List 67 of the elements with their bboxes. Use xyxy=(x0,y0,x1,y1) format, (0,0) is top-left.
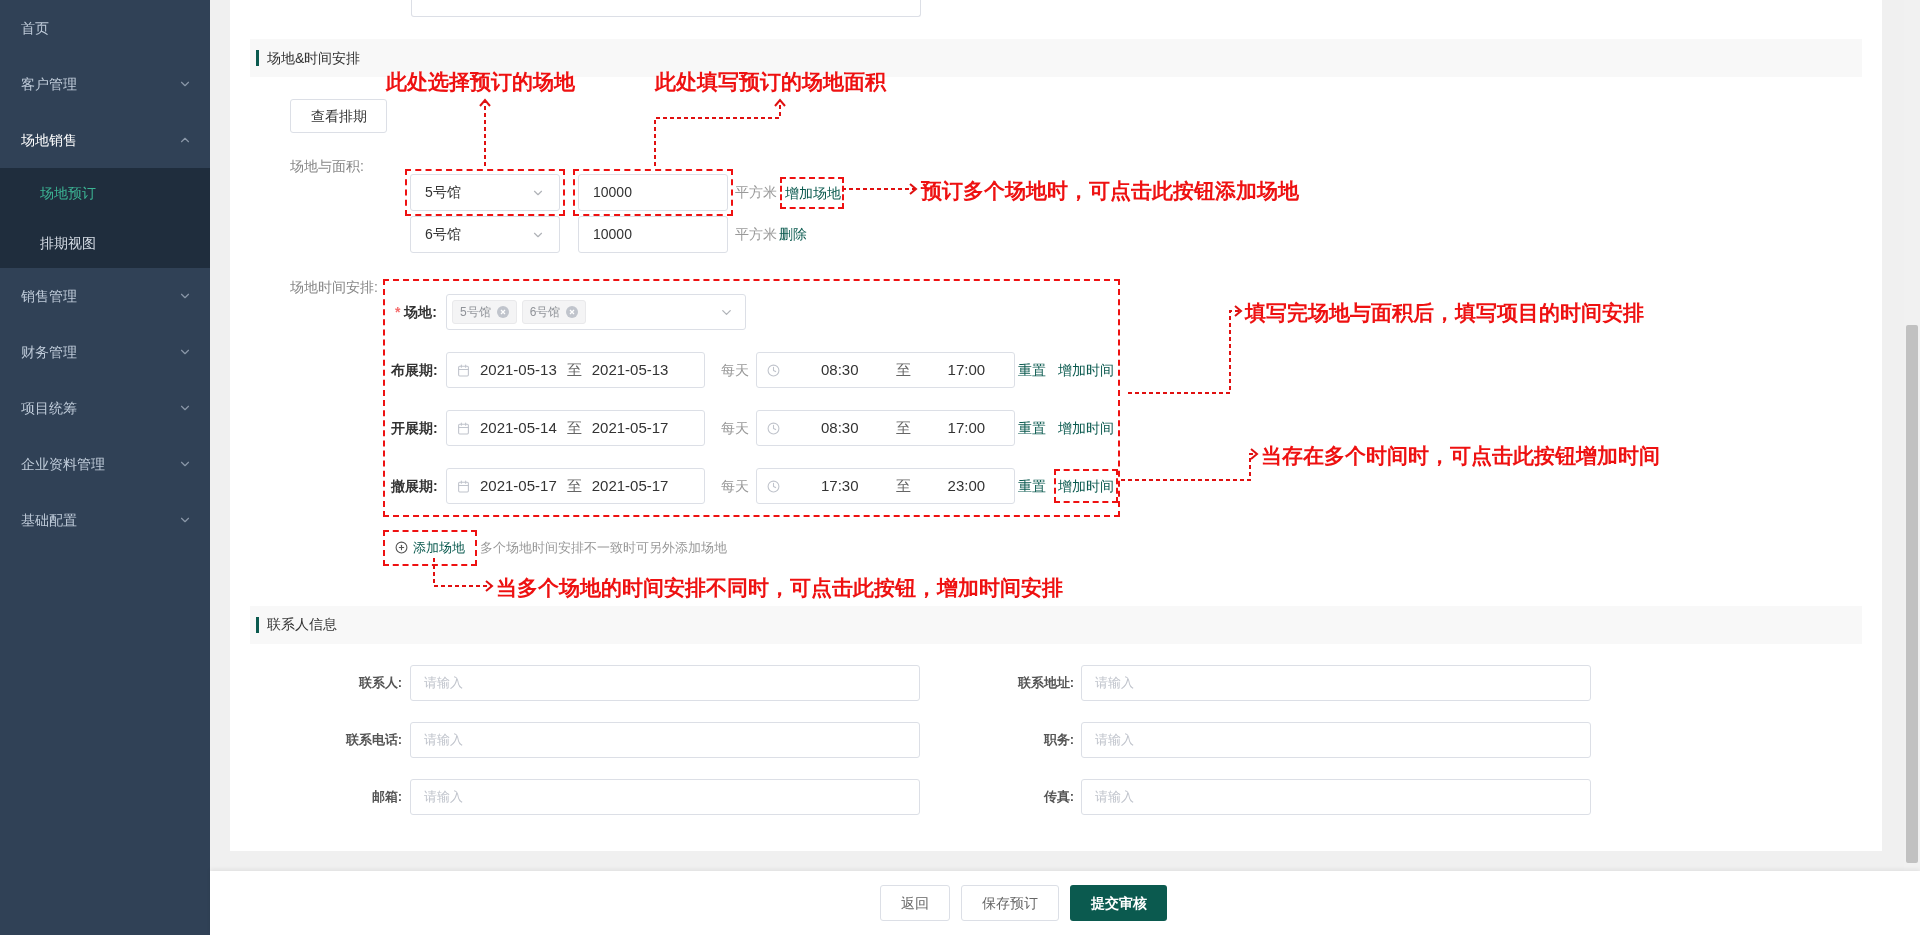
menu-item[interactable]: 基础配置 xyxy=(0,492,210,548)
menu-item[interactable]: 销售管理 xyxy=(0,268,210,324)
time-range-field[interactable]: 08:30 至 17:00 xyxy=(756,410,1015,446)
footer-button[interactable]: 返回 xyxy=(880,885,950,921)
input-field[interactable]: 请输入 xyxy=(410,721,920,758)
annotation-text: 当存在多个时间时，可点击此按钮增加时间 xyxy=(1261,442,1660,470)
submenu-item[interactable]: 排期视图 xyxy=(0,218,210,268)
field-label: 传真: xyxy=(1042,787,1075,806)
field-label: 联系人: xyxy=(357,673,403,692)
field-label: 邮箱: xyxy=(370,787,403,806)
input-field[interactable]: 10000 xyxy=(578,174,728,211)
view-schedule-button[interactable]: 查看排期 xyxy=(290,99,387,133)
menu-item[interactable]: 客户管理 xyxy=(0,56,210,112)
section-title: 联系人信息 xyxy=(267,615,337,634)
submit-button[interactable]: 提交审核 xyxy=(1070,885,1167,921)
menu-item[interactable]: 企业资料管理 xyxy=(0,436,210,492)
daily-label: 每天 xyxy=(721,360,749,380)
reset-link[interactable]: 重置 xyxy=(1018,417,1046,439)
reset-link[interactable]: 重置 xyxy=(1018,475,1046,497)
add-time-link[interactable]: 增加时间 xyxy=(1058,362,1114,378)
annotation-text: 填写完场地与面积后，填写项目的时间安排 xyxy=(1245,299,1644,327)
select-field[interactable]: 6号馆 xyxy=(410,216,560,253)
required-mark: * xyxy=(394,303,401,320)
reset-link[interactable]: 重置 xyxy=(1018,359,1046,381)
date-range-field[interactable]: 2021-05-13 至 2021-05-13 xyxy=(446,352,705,388)
input-field[interactable]: 请输入 xyxy=(1081,664,1591,701)
daily-label: 每天 xyxy=(721,418,749,438)
field-label: 撤展期: xyxy=(391,476,439,496)
tag: 6号馆 xyxy=(521,300,587,324)
annotation-text: 预订多个场地时，可点击此按钮添加场地 xyxy=(921,177,1299,205)
footer-button[interactable]: 保存预订 xyxy=(961,885,1059,921)
action-link[interactable]: 增加场地 xyxy=(785,184,841,201)
input-field[interactable]: 请输入 xyxy=(1081,778,1591,815)
date-range-field[interactable]: 2021-05-14 至 2021-05-17 xyxy=(446,410,705,446)
select-field[interactable]: 5号馆 xyxy=(410,174,560,211)
submenu-item[interactable]: 场地预订 xyxy=(0,168,210,218)
section-title: 场地&时间安排 xyxy=(267,48,361,68)
input-field[interactable]: 请输入 xyxy=(410,664,920,701)
date-range-field[interactable]: 2021-05-17 至 2021-05-17 xyxy=(446,468,705,504)
menu-item[interactable]: 场地销售 xyxy=(0,112,210,168)
menu-item[interactable]: 项目统筹 xyxy=(0,380,210,436)
field-label: 联系地址: xyxy=(1016,673,1075,692)
add-time-link[interactable]: 增加时间 xyxy=(1058,478,1114,494)
tag: 5号馆 xyxy=(452,300,517,324)
field-label: 开展期: xyxy=(391,418,439,438)
field-label: 联系电话: xyxy=(344,730,403,749)
unit-label: 平方米 xyxy=(735,183,777,202)
action-link[interactable]: 删除 xyxy=(779,224,807,245)
field-label: 场地与面积: xyxy=(290,158,364,174)
input-field[interactable]: 请输入 xyxy=(410,778,920,815)
input-field[interactable]: 请输入 xyxy=(1081,721,1591,758)
time-range-field[interactable]: 08:30 至 17:00 xyxy=(756,352,1015,388)
time-range-field[interactable]: 17:30 至 23:00 xyxy=(756,468,1015,504)
field-label: * 场地: xyxy=(393,302,438,322)
annotation-text: 当多个场地的时间安排不同时，可点击此按钮，增加时间安排 xyxy=(496,574,1063,602)
field-label: 布展期: xyxy=(391,360,439,380)
unit-label: 平方米 xyxy=(735,225,777,244)
input-field[interactable]: 10000 xyxy=(578,216,728,253)
menu-item[interactable]: 财务管理 xyxy=(0,324,210,380)
add-time-link[interactable]: 增加时间 xyxy=(1058,420,1114,436)
annotation-text: 此处选择预订的场地 xyxy=(386,68,575,96)
add-venue-button[interactable]: 添加场地 xyxy=(395,538,465,558)
daily-label: 每天 xyxy=(721,476,749,496)
field-label: 职务: xyxy=(1042,730,1075,749)
field-label: 场地时间安排: xyxy=(290,278,379,297)
menu-item[interactable]: 首页 xyxy=(0,0,210,56)
annotation-text: 此处填写预订的场地面积 xyxy=(655,68,886,96)
